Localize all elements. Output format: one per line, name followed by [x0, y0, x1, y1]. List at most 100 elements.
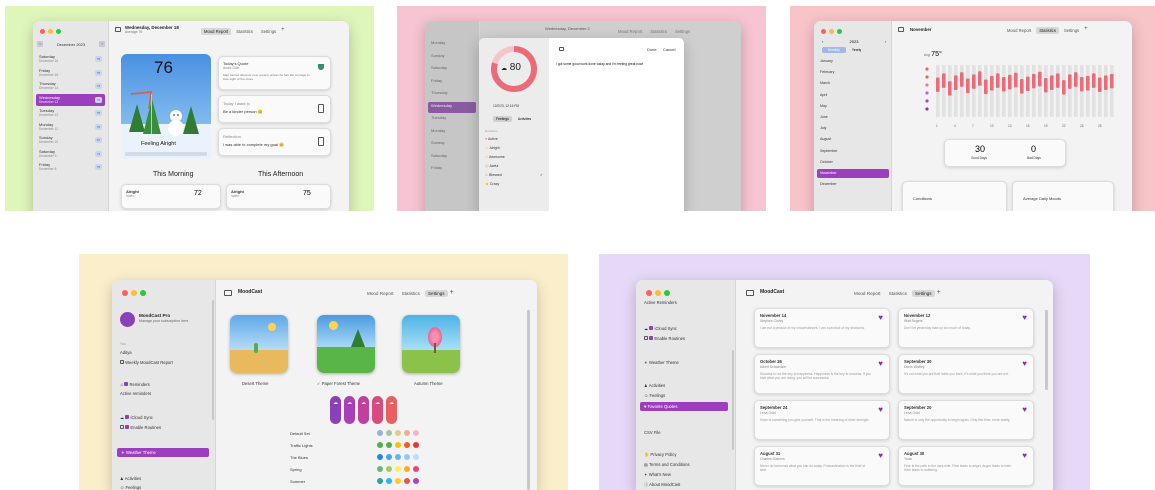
seg-feelings[interactable]: Feelings: [493, 116, 512, 122]
favorite-quote-card[interactable]: August 31 Charles Dickens Never do tomorro…: [754, 446, 890, 486]
chevron-right-icon[interactable]: ›: [98, 41, 105, 47]
tab-mood-report[interactable]: Mood Report: [201, 28, 232, 35]
daily-mood-bar[interactable]: [978, 71, 982, 86]
icloud-row[interactable]: ☁ iCloud Sync: [120, 415, 153, 420]
sidebar-month-item[interactable]: August: [817, 135, 889, 144]
emotion-item[interactable]: ☹ Awful: [485, 164, 545, 169]
sidebar-day-item[interactable]: Saturday December 9 71: [36, 148, 105, 160]
heart-icon[interactable]: ♥: [878, 314, 883, 322]
sidebar-toggle-icon[interactable]: [559, 47, 564, 51]
palette-row[interactable]: Traffic Lights: [262, 442, 472, 452]
sidebar-month-item[interactable]: July: [817, 124, 889, 133]
sidebar-day-item[interactable]: Saturday December 16 75: [36, 53, 105, 65]
sidebar-day-item[interactable]: Friday: [428, 77, 476, 88]
add-icon[interactable]: +: [450, 289, 454, 297]
daily-mood-bar[interactable]: [996, 73, 1000, 88]
favorite-quote-card[interactable]: September 24 Lena Gold Hope is something y…: [754, 400, 890, 440]
emotion-item[interactable]: ☺ Alright: [485, 146, 545, 151]
daily-mood-bar[interactable]: [1080, 76, 1084, 92]
sidebar-day-item[interactable]: Saturday: [428, 64, 476, 75]
sidebar-month-item[interactable]: September: [817, 147, 889, 156]
sidebar-day-item[interactable]: Monday: [428, 127, 476, 138]
heart-icon[interactable]: ♥: [878, 452, 883, 460]
tab-mood-report[interactable]: Mood Report: [1004, 27, 1034, 34]
chevron-left-icon[interactable]: ‹: [822, 39, 823, 44]
daily-mood-bar[interactable]: [1110, 73, 1114, 89]
sidebar-month-item[interactable]: December: [817, 180, 889, 189]
daily-mood-bar[interactable]: [948, 81, 952, 96]
daily-mood-bar[interactable]: [1008, 74, 1012, 90]
morning-mood-card[interactable]: Alright Index 72: [121, 184, 221, 209]
sidebar-item-csv[interactable]: CSV File: [644, 430, 661, 435]
favorite-quote-card[interactable]: September 20 Lena Gold Nature is only the …: [898, 400, 1034, 440]
favorite-quote-card[interactable]: November 14 Stephen Covey I am not a produ…: [754, 308, 890, 348]
sidebar-item-favorite-quotes[interactable]: ♥ Favorite Quotes: [640, 402, 728, 411]
daily-mood-bar[interactable]: [1026, 76, 1030, 91]
favorite-quote-card[interactable]: September 30 Denis Waitley It's not what y…: [898, 354, 1034, 394]
checkbox-icon[interactable]: [124, 382, 129, 386]
daily-mood-bar[interactable]: [954, 75, 958, 90]
sidebar-month-item[interactable]: October: [817, 158, 889, 167]
chevron-left-icon[interactable]: ‹: [37, 41, 43, 47]
reminders-row[interactable]: ♫ Reminders: [120, 382, 150, 387]
sidebar-month-item[interactable]: November: [817, 169, 889, 178]
done-button[interactable]: Done: [647, 47, 657, 52]
sidebar-day-item[interactable]: Friday December 8 75: [36, 161, 105, 173]
tab-statistics[interactable]: Statistics: [647, 28, 670, 35]
note-icon[interactable]: [318, 137, 324, 146]
window-controls[interactable]: [646, 290, 670, 296]
seg-yearly[interactable]: Yearly: [846, 47, 867, 53]
sidebar-month-item[interactable]: February: [817, 68, 889, 77]
add-icon[interactable]: +: [281, 27, 285, 35]
sidebar-item-about[interactable]: ⓘ About MoodCast: [644, 482, 680, 487]
window-controls[interactable]: [122, 290, 146, 296]
checkbox-icon[interactable]: [649, 326, 654, 330]
favorite-quote-card[interactable]: October 26 Albert Schweitzer Success is no…: [754, 354, 890, 394]
year-selector[interactable]: ‹ 2023 ›: [822, 39, 886, 44]
window-controls[interactable]: [821, 29, 842, 34]
heart-icon[interactable]: [318, 64, 324, 70]
tab-settings[interactable]: Settings: [258, 28, 279, 35]
theme-autumn[interactable]: [402, 315, 460, 373]
palette-row[interactable]: The Blues: [262, 454, 472, 464]
sidebar-month-item[interactable]: January: [817, 57, 889, 66]
theme-desert[interactable]: [230, 315, 288, 373]
heart-icon[interactable]: ♥: [878, 360, 883, 368]
daily-mood-bar[interactable]: [1056, 73, 1060, 88]
heart-icon[interactable]: ♥: [1022, 360, 1027, 368]
entry-datetime[interactable]: 12/2/23, 12:16 PM: [493, 104, 519, 108]
sidebar-scrollbar[interactable]: [212, 300, 214, 420]
sidebar-day-item[interactable]: Monday: [428, 39, 476, 50]
sidebar-day-item[interactable]: Sunday December 10 67: [36, 134, 105, 146]
active-reminders-label[interactable]: Active reminders: [120, 391, 151, 396]
sidebar-day-item[interactable]: Thursday December 14 72: [36, 80, 105, 92]
routines-row[interactable]: Enable Routines: [120, 425, 161, 430]
sidebar-day-item[interactable]: Wednesday December 13 75: [36, 93, 105, 106]
sidebar-month-item[interactable]: May: [817, 102, 889, 111]
content-scrollbar[interactable]: [1045, 310, 1048, 390]
sidebar-day-item[interactable]: Monday December 11 76: [36, 121, 105, 133]
daily-mood-bar[interactable]: [1074, 72, 1078, 87]
active-reminders-label[interactable]: Active Reminders: [644, 300, 677, 305]
note-icon[interactable]: [318, 104, 324, 113]
sidebar-item-activities[interactable]: ♟ Activities: [120, 476, 141, 481]
month-selector[interactable]: ‹ December 2023 ›: [37, 40, 105, 48]
sidebar-item-feelings[interactable]: ☺ Feelings: [120, 485, 141, 490]
sidebar-scrollbar[interactable]: [732, 350, 734, 450]
chevron-right-icon[interactable]: ›: [885, 39, 886, 44]
daily-mood-bar[interactable]: [984, 79, 988, 95]
favorite-quote-card[interactable]: August 30 Yoda Fear is the path to the dar…: [898, 446, 1034, 486]
tab-settings[interactable]: Settings: [1061, 27, 1082, 34]
heart-icon[interactable]: ♥: [1022, 406, 1027, 414]
daily-mood-bar[interactable]: [1014, 72, 1018, 88]
intention-card[interactable]: Today I want to Be a kinder person 😊: [218, 95, 331, 123]
daily-mood-bar[interactable]: [1020, 79, 1024, 94]
tab-statistics[interactable]: Statistics: [399, 290, 423, 297]
sidebar-day-item[interactable]: Tuesday December 12 75: [36, 107, 105, 119]
theme-paper-forest[interactable]: [317, 315, 375, 373]
emotion-item[interactable]: ★ Awesome: [485, 155, 545, 160]
palette-row[interactable]: Summer: [262, 478, 472, 488]
checkbox-icon[interactable]: [125, 415, 130, 419]
daily-mood-bar[interactable]: [1032, 73, 1036, 89]
daily-mood-bar[interactable]: [1098, 77, 1102, 93]
